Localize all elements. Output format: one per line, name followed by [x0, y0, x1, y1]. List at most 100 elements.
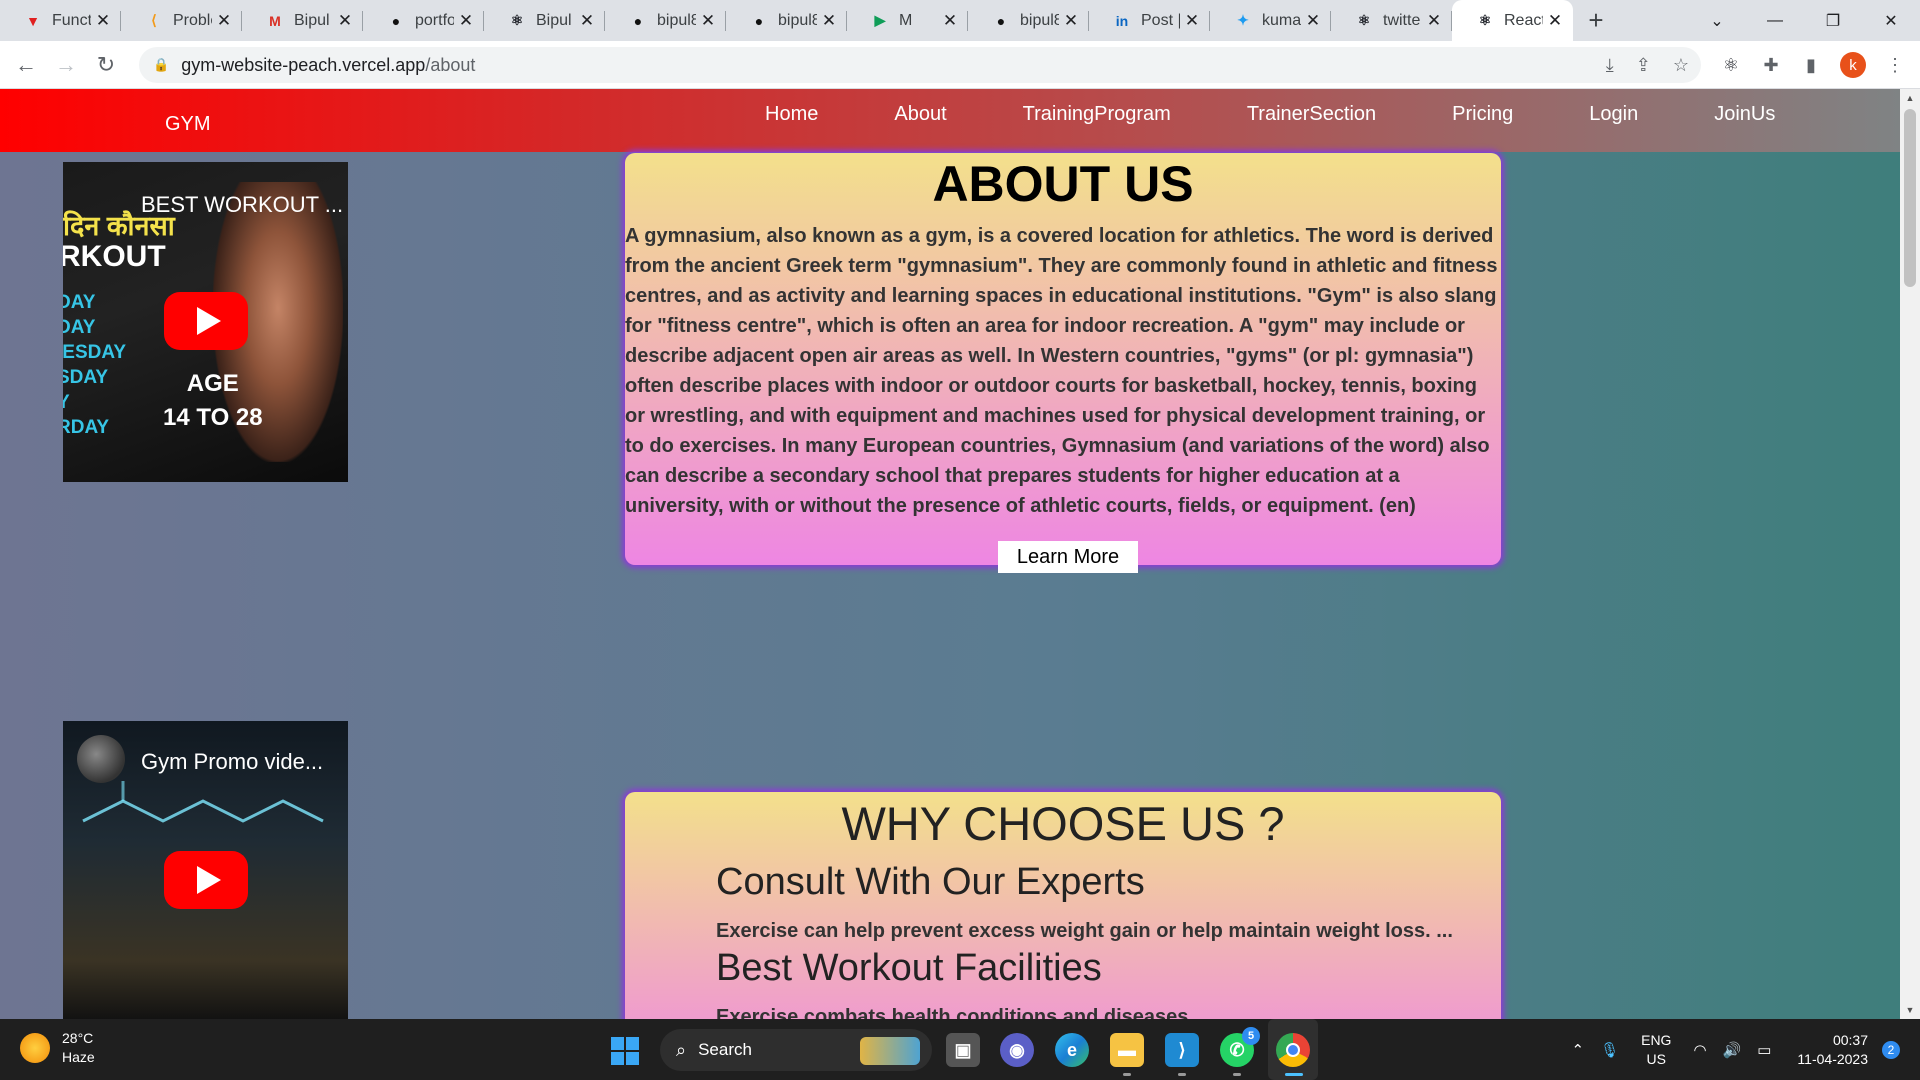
- nav-link-trainersection[interactable]: TrainerSection: [1247, 103, 1376, 126]
- close-tab-icon[interactable]: ✕: [95, 11, 111, 31]
- close-tab-icon[interactable]: ✕: [700, 11, 716, 31]
- teams-chat-icon[interactable]: ◉: [1000, 1033, 1034, 1067]
- browser-tab[interactable]: in Post | ✕: [1089, 0, 1210, 41]
- vscode-icon[interactable]: ⟩: [1165, 1033, 1199, 1067]
- feature-text: Exercise combats health conditions and d…: [716, 1006, 1194, 1019]
- browser-tab[interactable]: ⚛ Bipul ✕: [484, 0, 605, 41]
- task-view-icon[interactable]: ▣: [946, 1033, 980, 1067]
- about-heading: ABOUT US: [932, 156, 1194, 212]
- share-icon[interactable]: ⇪: [1636, 55, 1651, 76]
- nav-link-joinus[interactable]: JoinUs: [1714, 103, 1775, 126]
- new-tab-button[interactable]: +: [1573, 0, 1619, 41]
- language-indicator[interactable]: ENG US: [1641, 1031, 1671, 1069]
- weather-widget[interactable]: 28°C Haze: [20, 1029, 95, 1067]
- tab-title: Proble: [173, 11, 212, 29]
- youtube-video-workout[interactable]: BEST WORKOUT ... दिन कौनसा RKOUT DAY DAY I…: [63, 162, 348, 482]
- running-indicator: [1233, 1073, 1241, 1076]
- thumbnail-workout-text: RKOUT: [63, 240, 166, 273]
- browser-tab[interactable]: ⟨ Proble✕: [121, 0, 242, 41]
- close-tab-icon[interactable]: ✕: [579, 11, 595, 31]
- vercel-icon: ▼: [26, 12, 40, 29]
- back-button[interactable]: ←: [6, 45, 46, 85]
- browser-tab[interactable]: ● bipul8 ✕: [968, 0, 1089, 41]
- browser-tab[interactable]: ▶ M ✕: [847, 0, 968, 41]
- nav-link-login[interactable]: Login: [1589, 103, 1638, 126]
- lock-icon[interactable]: 🔒: [153, 57, 169, 73]
- play-icon[interactable]: [164, 851, 248, 909]
- browser-tab[interactable]: ● bipul8 ✕: [605, 0, 726, 41]
- channel-avatar[interactable]: [77, 735, 125, 783]
- browser-tab[interactable]: ● portfo ✕: [363, 0, 484, 41]
- why-heading: WHY CHOOSE US ?: [841, 797, 1285, 850]
- minimize-button[interactable]: —: [1746, 0, 1804, 41]
- tab-title: bipul8: [657, 11, 696, 29]
- page-scrollbar[interactable]: ▲ ▼: [1900, 89, 1920, 1019]
- battery-icon[interactable]: ▭: [1757, 1041, 1771, 1059]
- close-tab-icon[interactable]: ✕: [821, 11, 837, 31]
- close-tab-icon[interactable]: ✕: [216, 11, 232, 31]
- url-text[interactable]: gym-website-peach.vercel.app/about: [181, 55, 475, 76]
- nav-link-home[interactable]: Home: [765, 103, 818, 126]
- tab-title: Bipul: [294, 11, 330, 29]
- close-tab-icon[interactable]: ✕: [1547, 11, 1563, 31]
- browser-tab[interactable]: ✦ kumar✕: [1210, 0, 1331, 41]
- browser-tab[interactable]: ● bipul8 ✕: [726, 0, 847, 41]
- scrollbar-thumb[interactable]: [1904, 109, 1916, 287]
- github-icon: ●: [996, 12, 1006, 29]
- whatsapp-icon[interactable]: ✆ 5: [1220, 1027, 1260, 1067]
- learn-more-button[interactable]: Learn More: [998, 541, 1138, 573]
- close-tab-icon[interactable]: ✕: [1305, 11, 1321, 31]
- nav-link-trainingprogram[interactable]: TrainingProgram: [1023, 103, 1171, 126]
- site-logo[interactable]: GYM: [165, 113, 211, 136]
- close-tab-icon[interactable]: ✕: [942, 11, 958, 31]
- video-title[interactable]: Gym Promo vide...: [141, 749, 323, 775]
- close-tab-icon[interactable]: ✕: [337, 11, 353, 31]
- tab-search-icon[interactable]: ⌄: [1688, 0, 1746, 41]
- bookmark-star-icon[interactable]: ☆: [1673, 55, 1689, 76]
- side-panel-icon[interactable]: ▮: [1800, 55, 1822, 76]
- youtube-video-promo[interactable]: Gym Promo vide...: [63, 721, 348, 1019]
- search-icon: ⌕: [676, 1039, 687, 1060]
- react-devtools-icon[interactable]: ⚛: [1720, 55, 1742, 76]
- windows-start-icon[interactable]: [611, 1037, 639, 1065]
- browser-toolbar: ← → ↻ 🔒 gym-website-peach.vercel.app/abo…: [0, 41, 1920, 89]
- wifi-icon[interactable]: ◠: [1693, 1041, 1706, 1059]
- browser-tab[interactable]: ⚛ twitte ✕: [1331, 0, 1452, 41]
- microphone-icon[interactable]: 🎙: [1600, 1041, 1619, 1059]
- taskbar-search[interactable]: ⌕ Search: [660, 1029, 932, 1071]
- leetcode-icon: ⟨: [151, 12, 157, 28]
- play-icon[interactable]: [164, 292, 248, 350]
- install-app-icon[interactable]: ⤓: [1606, 55, 1614, 76]
- extensions-puzzle-icon[interactable]: ✚: [1760, 55, 1782, 76]
- close-window-button[interactable]: ✕: [1862, 0, 1920, 41]
- nav-link-about[interactable]: About: [894, 103, 946, 126]
- volume-icon[interactable]: 🔊: [1723, 1041, 1742, 1059]
- file-explorer-icon[interactable]: ▬: [1110, 1033, 1144, 1067]
- close-tab-icon[interactable]: ✕: [1184, 11, 1200, 31]
- chrome-menu-icon[interactable]: ⋮: [1884, 55, 1906, 76]
- reload-button[interactable]: ↻: [86, 45, 126, 85]
- tab-title: Functi: [52, 11, 91, 29]
- close-tab-icon[interactable]: ✕: [1426, 11, 1442, 31]
- close-tab-icon[interactable]: ✕: [1063, 11, 1079, 31]
- nav-link-pricing[interactable]: Pricing: [1452, 103, 1513, 126]
- scroll-down-arrow-icon[interactable]: ▼: [1900, 1001, 1920, 1019]
- browser-tab[interactable]: ⚛ React ✕: [1452, 0, 1573, 41]
- close-tab-icon[interactable]: ✕: [458, 11, 474, 31]
- chevron-up-icon[interactable]: ⌃: [1571, 1041, 1584, 1059]
- profile-avatar[interactable]: k: [1840, 52, 1866, 78]
- edge-icon[interactable]: e: [1055, 1033, 1089, 1067]
- browser-tab[interactable]: M Bipul ✕: [242, 0, 363, 41]
- clock[interactable]: 00:37 11-04-2023: [1797, 1031, 1868, 1069]
- tab-title: React: [1504, 11, 1543, 29]
- restore-button[interactable]: ❐: [1804, 0, 1862, 41]
- notification-badge[interactable]: 2: [1882, 1040, 1900, 1059]
- chrome-icon[interactable]: [1276, 1033, 1310, 1067]
- search-label: Search: [698, 1040, 752, 1059]
- browser-tab[interactable]: ▼ Functi✕: [0, 0, 121, 41]
- forward-button[interactable]: →: [46, 45, 86, 85]
- weather-temp: 28°C: [62, 1030, 94, 1046]
- thumbnail-day: DAY: [63, 317, 96, 338]
- scroll-up-arrow-icon[interactable]: ▲: [1900, 89, 1920, 107]
- address-bar[interactable]: 🔒 gym-website-peach.vercel.app/about ⤓ ⇪…: [139, 47, 1701, 83]
